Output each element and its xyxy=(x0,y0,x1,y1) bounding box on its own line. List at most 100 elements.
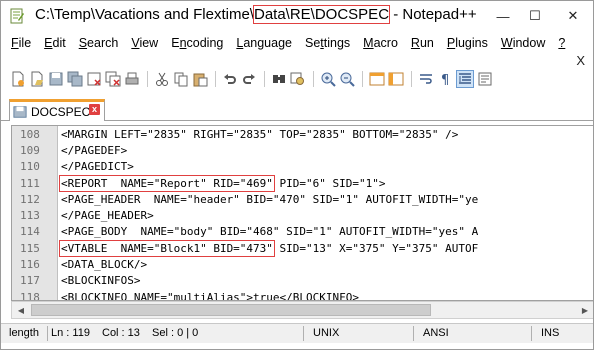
line-text-container: <REPORT NAME="Report" RID="469" PID="6" … xyxy=(59,174,386,192)
menu-encoding-pre: E xyxy=(171,36,180,50)
code-line: 109 </PAGEDEF> xyxy=(12,142,593,158)
tab-docspec[interactable]: DOCSPEC x xyxy=(9,99,105,121)
svg-text:¶: ¶ xyxy=(441,73,449,87)
undo-icon[interactable] xyxy=(221,70,239,88)
menu-view[interactable]: View xyxy=(131,36,158,50)
menu-encoding-mnemonic: n xyxy=(179,36,187,50)
menu-search[interactable]: Search xyxy=(79,36,119,50)
code-line: 111 <REPORT NAME="Report" RID="469" PID="… xyxy=(12,174,593,192)
show-all-chars-icon[interactable]: ¶ xyxy=(436,70,454,88)
menu-file[interactable]: File xyxy=(11,36,31,50)
save-all-icon[interactable] xyxy=(66,70,84,88)
line-number: 112 xyxy=(20,192,40,206)
status-separator xyxy=(47,326,48,341)
menu-help[interactable]: ? xyxy=(558,36,565,50)
scroll-left-arrow-icon[interactable]: ◀ xyxy=(13,303,29,317)
line-number: 110 xyxy=(20,160,40,174)
minimize-button[interactable]: — xyxy=(487,1,519,31)
close-icon[interactable] xyxy=(85,70,103,88)
menu-run-mnemonic: R xyxy=(410,36,420,50)
replace-icon[interactable] xyxy=(289,70,307,88)
title-app-suffix: - Notepad++ xyxy=(389,6,477,23)
code-line: 116 <DATA_BLOCK/> xyxy=(12,256,593,272)
menu-settings[interactable]: Settings xyxy=(305,36,350,50)
line-text: <BLOCKINFO NAME="multiAlias">true</BLOCK… xyxy=(61,290,360,301)
file-modified-icon xyxy=(13,105,27,118)
line-text: </PAGEDICT> xyxy=(61,160,134,174)
cut-icon[interactable] xyxy=(153,70,171,88)
menu-run[interactable]: Run xyxy=(411,36,434,50)
editor-area[interactable]: 108 <MARGIN LEFT="2835" RIGHT="2835" TOP=… xyxy=(11,125,593,301)
status-encoding: ANSI xyxy=(423,327,449,339)
title-path-highlight: Data\RE\DOCSPEC xyxy=(252,5,391,24)
word-wrap-icon[interactable] xyxy=(417,70,435,88)
maximize-button[interactable]: ☐ xyxy=(519,1,551,31)
line-number: 118 xyxy=(20,290,40,301)
line-number: 114 xyxy=(20,225,40,239)
menu-macro[interactable]: Macro xyxy=(363,36,398,50)
code-line: 117 <BLOCKINFOS> xyxy=(12,273,593,289)
copy-icon[interactable] xyxy=(172,70,190,88)
menu-macro-mnemonic: M xyxy=(363,36,374,50)
menu-settings-pre: Se xyxy=(304,36,321,50)
line-text: </PAGE_HEADER> xyxy=(61,209,154,223)
title-path-prefix: C:\Temp\Vacations and Flextime\ xyxy=(35,6,254,23)
close-all-icon[interactable] xyxy=(104,70,122,88)
save-icon[interactable] xyxy=(47,70,65,88)
scrollbar-thumb[interactable] xyxy=(31,304,431,316)
zoom-in-icon[interactable] xyxy=(319,70,337,88)
menu-edit[interactable]: Edit xyxy=(44,36,66,50)
paste-icon[interactable] xyxy=(191,70,209,88)
menu-bar: File Edit Search View Encoding Language … xyxy=(1,33,593,53)
lang-icon[interactable] xyxy=(476,70,494,88)
notepadpp-window: C:\Temp\Vacations and Flextime\Data\RE\D… xyxy=(0,0,594,350)
close-document-button[interactable]: X xyxy=(576,53,585,68)
zoom-out-icon[interactable] xyxy=(338,70,356,88)
tab-label: DOCSPEC xyxy=(31,104,91,119)
menu-encoding[interactable]: Encoding xyxy=(171,36,223,50)
code-line: 114 <PAGE_BODY NAME="body" BID="468" SID=… xyxy=(12,224,593,240)
toolbar: ¶ xyxy=(1,67,593,91)
editor-lines: 108 <MARGIN LEFT="2835" RIGHT="2835" TOP=… xyxy=(12,126,593,301)
find-icon[interactable] xyxy=(270,70,288,88)
menu-window[interactable]: Window xyxy=(501,36,545,50)
highlighted-report-tag: <REPORT NAME="Report" RID="469" xyxy=(59,174,275,192)
menu-view-label: iew xyxy=(139,36,159,50)
horizontal-scrollbar[interactable]: ◀ ▶ xyxy=(11,301,593,319)
code-line: 110 </PAGEDICT> xyxy=(12,159,593,175)
line-number: 116 xyxy=(20,258,40,272)
new-file-icon[interactable] xyxy=(9,70,27,88)
line-number: 113 xyxy=(20,209,40,223)
window-title: C:\Temp\Vacations and Flextime\Data\RE\D… xyxy=(35,5,477,24)
menu-plugins[interactable]: Plugins xyxy=(447,36,488,50)
toolbar-separator xyxy=(313,71,314,87)
toolbar-separator xyxy=(215,71,216,87)
print-icon[interactable] xyxy=(123,70,141,88)
menu-language[interactable]: Language xyxy=(236,36,292,50)
redo-icon[interactable] xyxy=(240,70,258,88)
line-text: SID="13" X="375" Y="375" AUTOF xyxy=(272,241,479,255)
menu-encoding-label: coding xyxy=(186,36,224,50)
notepadpp-app-icon xyxy=(10,8,24,24)
status-column: Col : 13 xyxy=(102,327,140,339)
scroll-right-arrow-icon[interactable]: ▶ xyxy=(577,303,593,317)
sync-horizontal-icon[interactable] xyxy=(387,70,405,88)
open-file-icon[interactable] xyxy=(28,70,46,88)
line-number: 115 xyxy=(20,241,40,255)
window-controls: — ☐ ✕ xyxy=(487,1,593,31)
line-text: </PAGEDEF> xyxy=(61,143,128,157)
sync-vertical-icon[interactable] xyxy=(368,70,386,88)
menu-search-label: earch xyxy=(87,36,119,50)
line-text: <PAGE_HEADER NAME="header" BID="470" SID… xyxy=(61,192,479,206)
indent-guide-icon[interactable] xyxy=(456,70,474,88)
tab-close-button[interactable]: x xyxy=(89,104,100,115)
title-bar: C:\Temp\Vacations and Flextime\Data\RE\D… xyxy=(1,1,593,31)
line-number: 117 xyxy=(20,274,40,288)
status-separator xyxy=(303,326,304,341)
menu-settings-label: tings xyxy=(323,36,351,50)
highlighted-vtable-tag: <VTABLE NAME="Block1" BID="473" xyxy=(59,239,275,257)
toolbar-separator xyxy=(362,71,363,87)
menu-window-label: indow xyxy=(512,36,546,50)
close-window-button[interactable]: ✕ xyxy=(551,1,593,31)
menu-run-label: un xyxy=(419,36,434,50)
